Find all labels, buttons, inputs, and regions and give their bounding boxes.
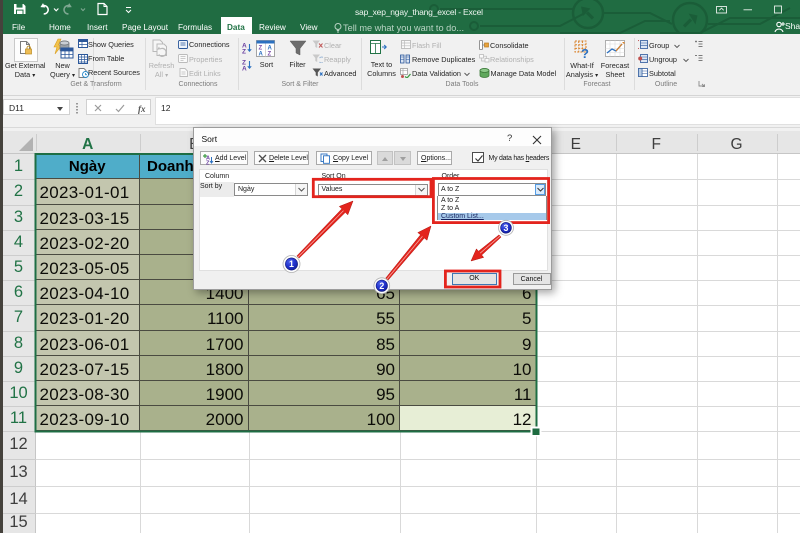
svg-text:?: ? — [581, 46, 589, 59]
svg-text:fx: fx — [138, 104, 146, 114]
svg-text:Z: Z — [268, 51, 272, 57]
svg-text:Z: Z — [242, 48, 246, 54]
svg-text:A: A — [259, 51, 264, 57]
svg-text:A: A — [242, 66, 247, 72]
